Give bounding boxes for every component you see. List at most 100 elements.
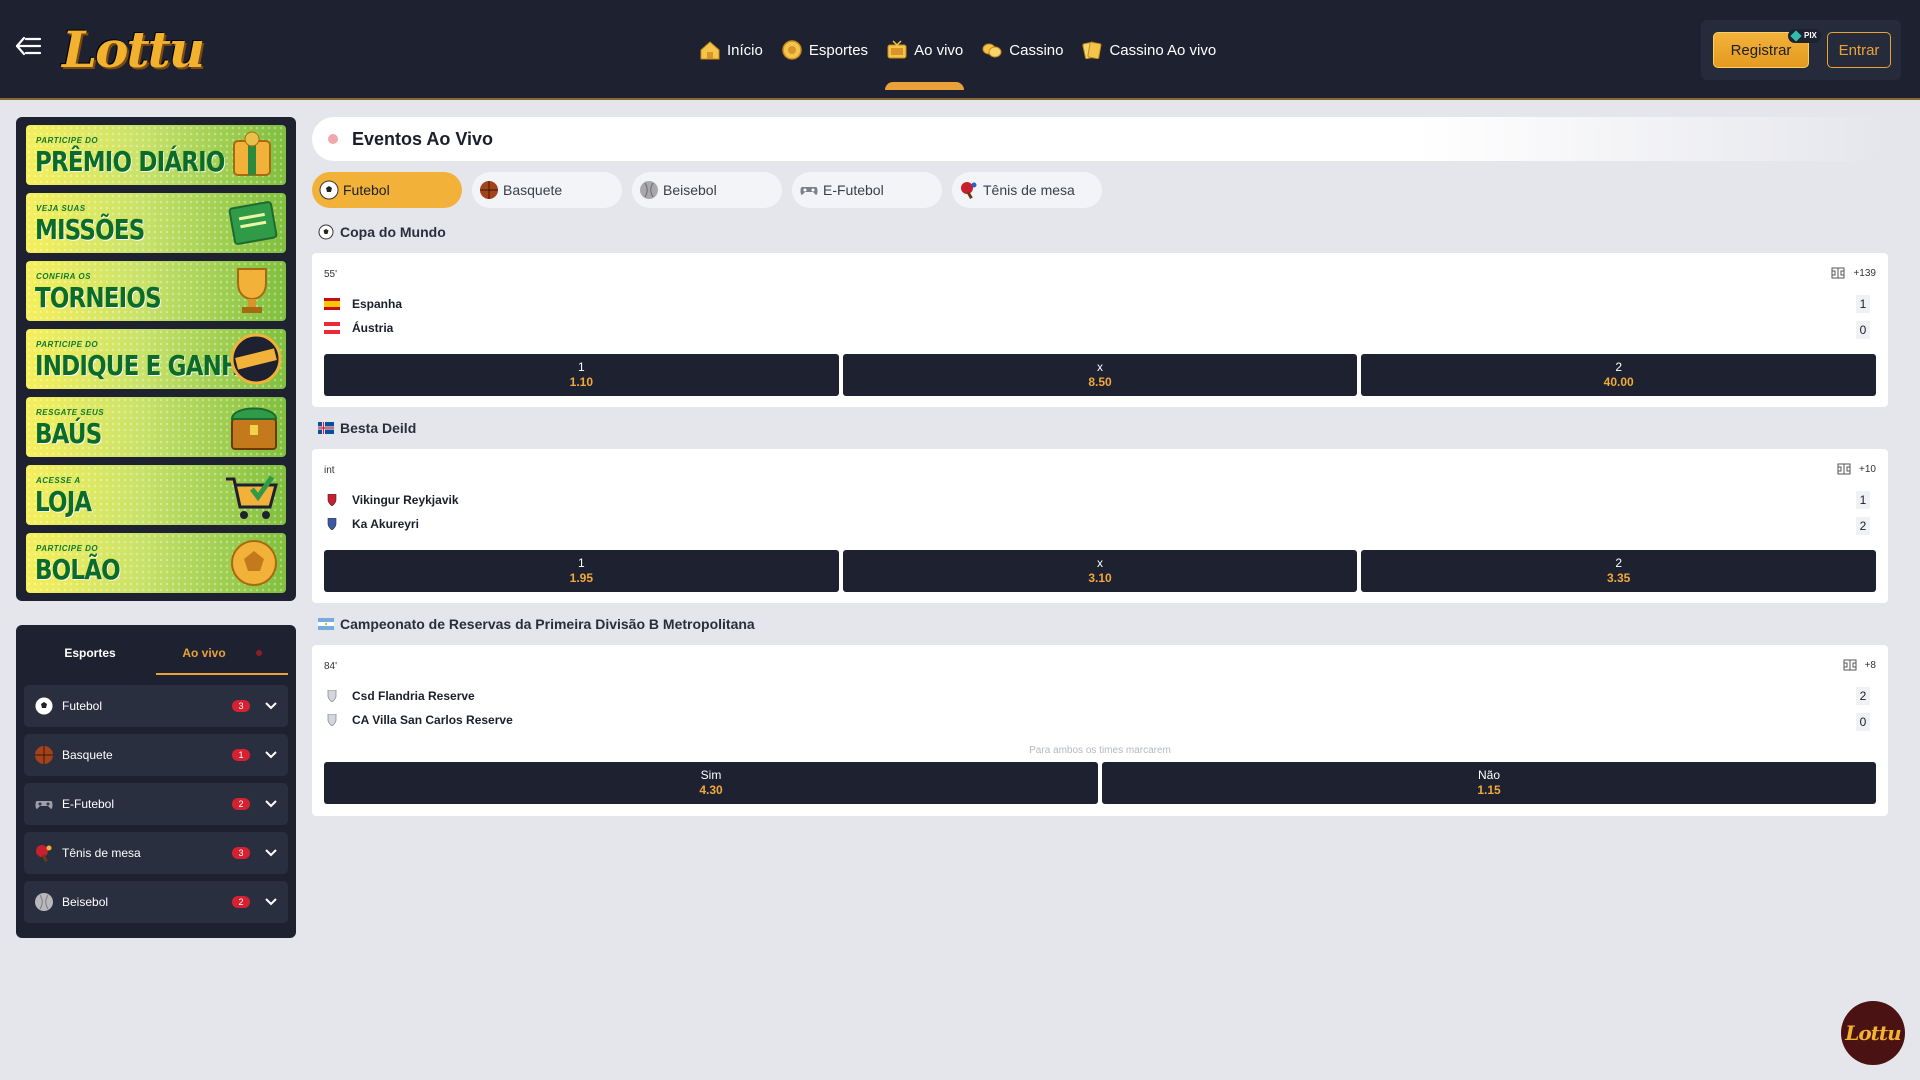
- top-header: Lottu Início Esportes Ao vivo Cassino Ca…: [0, 0, 1920, 100]
- tab-basquete[interactable]: Basquete: [472, 172, 622, 208]
- house-icon: [700, 41, 720, 60]
- promo-title: LOJA: [35, 485, 92, 518]
- promo-torneios[interactable]: CONFIRA OS TORNEIOS: [26, 261, 286, 321]
- odd-button[interactable]: 2 40.00: [1361, 354, 1877, 396]
- tab-e-futebol[interactable]: E-Futebol: [792, 172, 942, 208]
- team-home: Vikingur Reykjavik: [324, 493, 459, 507]
- event-count-badge: 2: [232, 798, 250, 810]
- league-name: Besta Deild: [340, 420, 417, 436]
- market-label: Para ambos os times marcarem: [1029, 745, 1171, 756]
- team-away: Áustria: [324, 321, 393, 335]
- promo-indique-e-ganhe[interactable]: PARTICIPE DO INDIQUE E GANHE: [26, 329, 286, 389]
- league-header: Campeonato de Reservas da Primeira Divis…: [318, 616, 755, 632]
- event-count-badge: 2: [232, 896, 250, 908]
- more-markets-button[interactable]: +8: [1843, 659, 1876, 671]
- sport-name: Basquete: [62, 748, 113, 762]
- team-score: 2: [1856, 517, 1870, 535]
- team-home: Espanha: [324, 297, 402, 311]
- odd-value: 1.10: [569, 375, 594, 389]
- chevron-down-icon[interactable]: [264, 848, 278, 858]
- register-button[interactable]: Registrar PIX: [1713, 29, 1821, 68]
- tab-ao-vivo[interactable]: Ao vivo: [156, 633, 288, 675]
- menu-back-icon[interactable]: [14, 34, 42, 58]
- odds-row: 1 1.95 x 3.10 2 3.35: [324, 550, 1877, 592]
- odd-button[interactable]: 1 1.10: [324, 354, 839, 396]
- scroll-icon: [228, 201, 278, 245]
- sidebar-item-tenis-de-mesa[interactable]: Tênis de mesa 3: [24, 832, 288, 874]
- sidebar-item-e-futebol[interactable]: E-Futebol 2: [24, 783, 288, 825]
- odd-value: 1.15: [1477, 783, 1501, 797]
- field-icon: [1837, 463, 1851, 475]
- sidebar-item-futebol[interactable]: Futebol 3: [24, 685, 288, 727]
- odd-button[interactable]: x 8.50: [842, 354, 1358, 396]
- odds-row: 1 1.10 x 8.50 2 40.00: [324, 354, 1877, 396]
- tab-beisebol[interactable]: Beisebol: [632, 172, 782, 208]
- baseball-icon: [35, 893, 53, 911]
- sport-filter-tabs: Futebol Basquete Beisebol E-Futebol Têni…: [312, 172, 1102, 208]
- odd-value: 3.10: [1088, 571, 1112, 585]
- sidebar-item-basquete[interactable]: Basquete 1: [24, 734, 288, 776]
- team-name: Ka Akureyri: [352, 517, 419, 531]
- more-markets-button[interactable]: +10: [1837, 463, 1876, 475]
- sports-list-panel: Esportes Ao vivo Futebol 3 Basquete 1 E-…: [16, 625, 296, 938]
- event-card: int +10 Vikingur Reykjavik 1 Ka Akureyri…: [312, 449, 1888, 603]
- tab-esportes[interactable]: Esportes: [24, 633, 156, 675]
- promo-missoes[interactable]: VEJA SUAS MISSÕES: [26, 193, 286, 253]
- nav-ao-vivo[interactable]: Ao vivo: [877, 0, 972, 100]
- promo-baus[interactable]: RESGATE SEUS BAÚS: [26, 397, 286, 457]
- basketball-icon: [480, 181, 498, 199]
- odd-button[interactable]: Sim 4.30: [324, 762, 1098, 804]
- gamepad-icon: [800, 187, 818, 195]
- team-name: CA Villa San Carlos Reserve: [352, 713, 513, 727]
- nav-inicio[interactable]: Início: [690, 0, 772, 100]
- page-title: Eventos Ao Vivo: [352, 128, 494, 149]
- lottu-logo[interactable]: Lottu: [62, 16, 205, 84]
- sidebar-item-beisebol[interactable]: Beisebol 2: [24, 881, 288, 923]
- nav-cassino[interactable]: Cassino: [972, 0, 1072, 100]
- live-events-title-bar: Eventos Ao Vivo: [312, 117, 1888, 161]
- sidebar-tabs: Esportes Ao vivo: [24, 633, 288, 675]
- nav-label: Cassino: [1009, 41, 1064, 59]
- promo-subtitle: VEJA SUAS: [36, 204, 86, 213]
- sport-name: Futebol: [62, 699, 103, 713]
- floating-chat-button[interactable]: Lottu: [1841, 1001, 1905, 1065]
- ping-pong-icon: [36, 845, 52, 862]
- promo-title: MISSÕES: [35, 213, 145, 246]
- login-button[interactable]: Entrar: [1827, 32, 1891, 68]
- tab-tenis-de-mesa[interactable]: Tênis de mesa: [952, 172, 1102, 208]
- nav-label: Esportes: [808, 41, 869, 59]
- odd-button[interactable]: 1 1.95: [324, 550, 839, 592]
- odd-button[interactable]: Não 1.15: [1102, 762, 1876, 804]
- tv-icon: [887, 40, 907, 59]
- team-name: Vikingur Reykjavik: [352, 493, 459, 507]
- gamepad-icon: [35, 801, 53, 809]
- more-markets-button[interactable]: +139: [1831, 267, 1876, 279]
- chevron-down-icon[interactable]: [264, 701, 278, 711]
- trophy-icon: [237, 268, 267, 313]
- tab-futebol[interactable]: Futebol: [312, 172, 462, 208]
- match-time: int: [324, 465, 335, 476]
- promo-title: BAÚS: [35, 417, 102, 450]
- chevron-down-icon[interactable]: [264, 750, 278, 760]
- promo-premio-diario[interactable]: PARTICIPE DO PRÊMIO DIÁRIO: [26, 125, 286, 185]
- soccer-ball-icon: [34, 696, 54, 716]
- chevron-down-icon[interactable]: [264, 897, 278, 907]
- chevron-down-icon[interactable]: [264, 799, 278, 809]
- nav-esportes[interactable]: Esportes: [772, 0, 877, 100]
- team-score: 2: [1856, 687, 1870, 705]
- coins-icon: [982, 43, 1002, 58]
- promo-title: BOLÃO: [35, 553, 121, 586]
- badge-icon: [230, 333, 282, 385]
- promo-title: TORNEIOS: [35, 281, 162, 314]
- promo-loja[interactable]: ACESSE A LOJA: [26, 465, 286, 525]
- nav-cassino-ao-vivo[interactable]: Cassino Ao vivo: [1072, 0, 1225, 100]
- odd-button[interactable]: x 3.10: [842, 550, 1358, 592]
- odd-value: 40.00: [1603, 375, 1634, 389]
- odd-button[interactable]: 2 3.35: [1361, 550, 1877, 592]
- more-markets-count: +8: [1864, 659, 1876, 671]
- event-count-badge: 3: [232, 700, 250, 712]
- promo-subtitle: CONFIRA OS: [36, 272, 91, 281]
- promo-bolao[interactable]: PARTICIPE DO BOLÃO: [26, 533, 286, 593]
- event-card: 55' +139 Espanha 1 Áustria 0 1 1.10 x 8.50…: [312, 253, 1888, 407]
- league-header: Besta Deild: [318, 420, 416, 436]
